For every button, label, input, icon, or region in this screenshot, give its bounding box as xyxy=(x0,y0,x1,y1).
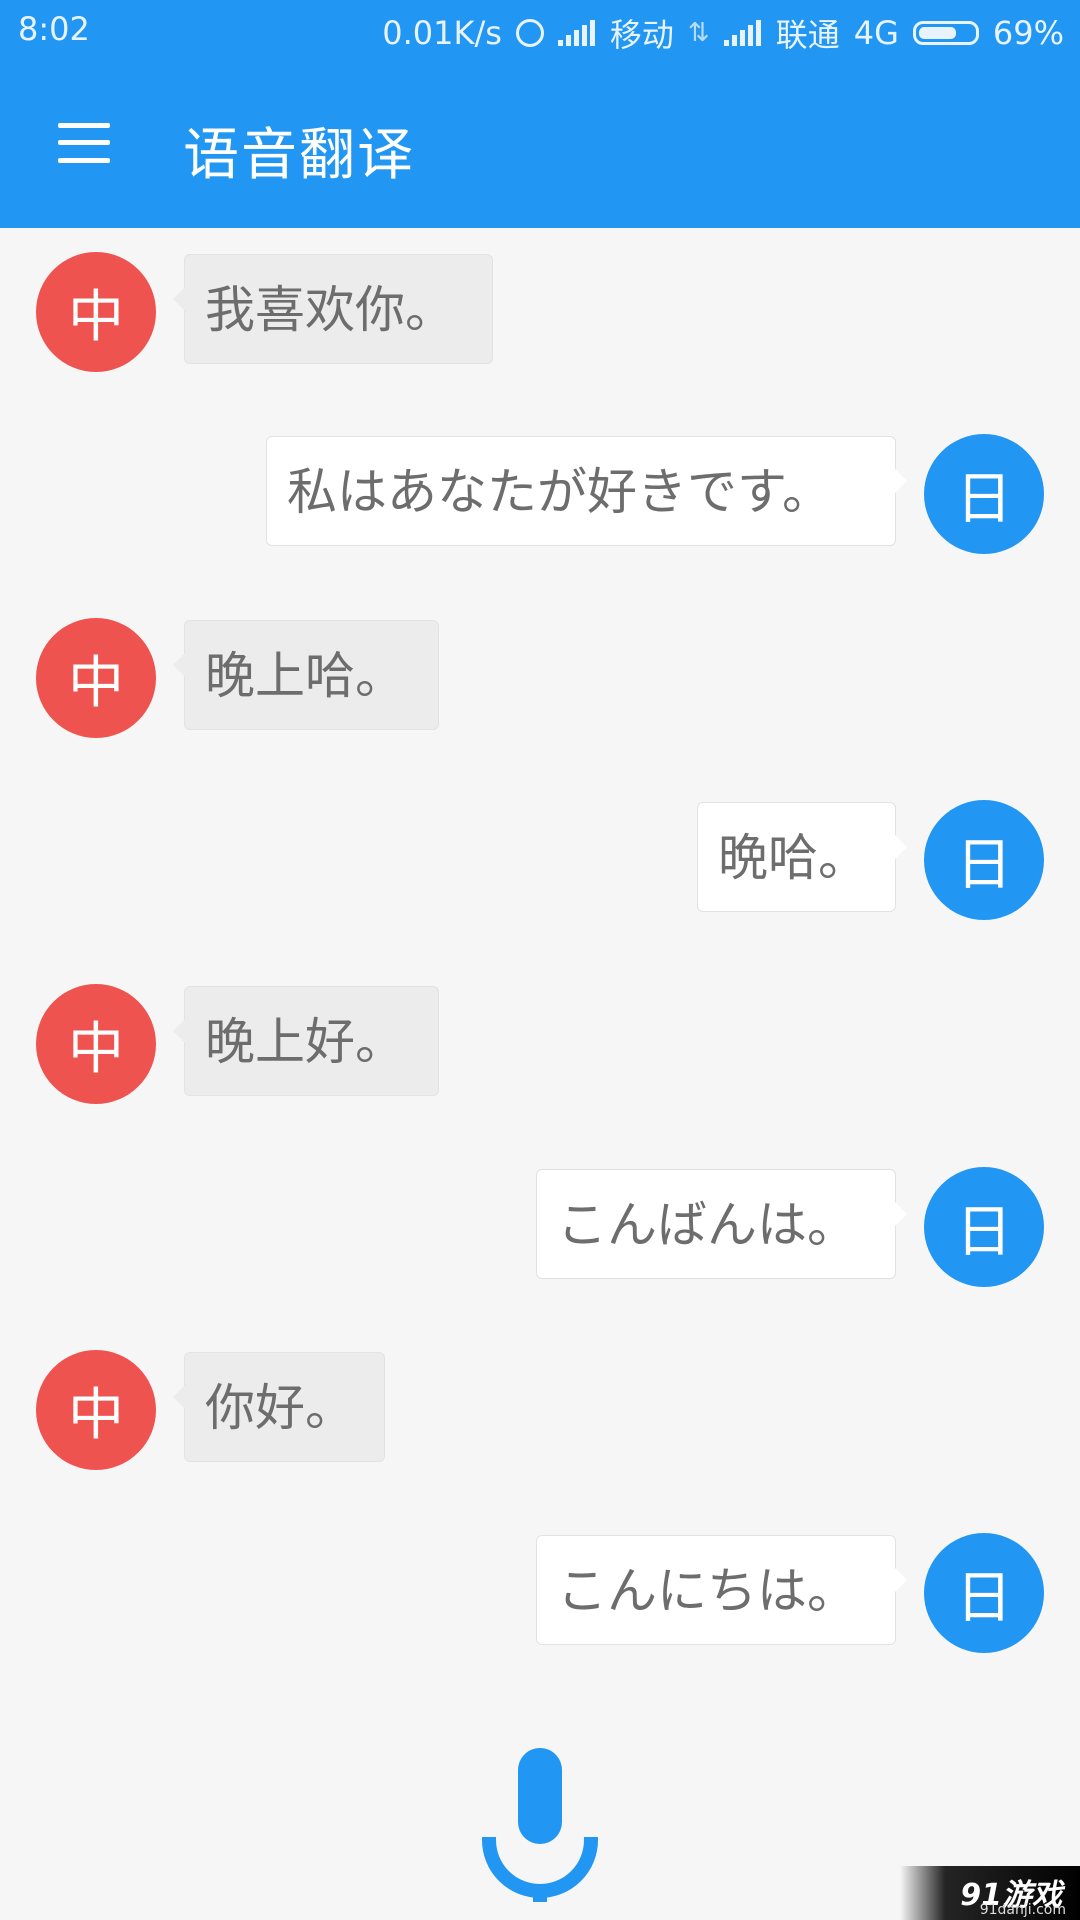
network-type: 4G xyxy=(853,14,899,52)
message-bubble[interactable]: 晩哈。 xyxy=(697,802,907,912)
language-avatar-ja: 日 xyxy=(924,800,1044,920)
status-right-group: 0.01K/s 移动 ⇅ 联通 4G 69% xyxy=(382,10,1064,56)
signal-icon xyxy=(557,20,596,46)
message-bubble[interactable]: 晚上好。 xyxy=(173,986,439,1096)
battery-fill xyxy=(918,27,956,39)
alarm-icon xyxy=(515,19,544,47)
message-bubble[interactable]: 私はあなたが好きです。 xyxy=(266,436,907,546)
carrier-1: 移动 xyxy=(609,16,674,54)
message-bubble[interactable]: こんにちは。 xyxy=(536,1535,907,1645)
carrier-2: 联通 xyxy=(775,16,840,54)
message-row: 日 私はあなたが好きです。 xyxy=(0,434,1080,554)
language-avatar-zh: 中 xyxy=(36,618,156,738)
page-title: 语音翻译 xyxy=(183,123,415,188)
battery-icon xyxy=(912,21,979,45)
watermark-url: 91danji.com xyxy=(979,1902,1066,1918)
language-avatar-ja: 日 xyxy=(924,1533,1044,1653)
message-row: 日 晩哈。 xyxy=(0,800,1080,920)
language-avatar-ja: 日 xyxy=(924,1167,1044,1287)
data-transfer-icon: ⇅ xyxy=(687,18,710,48)
status-bar: 8:02 0.01K/s 移动 ⇅ 联通 4G 69% xyxy=(0,0,1080,60)
message-row: 中 你好。 xyxy=(0,1350,1080,1470)
message-bubble[interactable]: こんばんは。 xyxy=(536,1169,907,1279)
language-avatar-zh: 中 xyxy=(36,252,156,372)
message-row: 日 こんにちは。 xyxy=(0,1533,1080,1653)
message-row: 日 こんばんは。 xyxy=(0,1167,1080,1287)
status-time: 8:02 xyxy=(18,10,90,48)
app-bar: 8:02 0.01K/s 移动 ⇅ 联通 4G 69% 语音翻译 xyxy=(0,0,1080,228)
message-bubble[interactable]: 晚上哈。 xyxy=(173,620,439,730)
microphone-icon[interactable] xyxy=(482,1746,598,1902)
message-bubble[interactable]: 你好。 xyxy=(173,1352,385,1462)
signal-icon-2 xyxy=(723,20,762,46)
language-avatar-zh: 中 xyxy=(36,1350,156,1470)
watermark-logo: 91游戏 91danji.com xyxy=(900,1866,1080,1920)
message-row: 中 晚上好。 xyxy=(0,984,1080,1104)
language-avatar-ja: 日 xyxy=(924,434,1044,554)
hamburger-menu-icon[interactable] xyxy=(58,123,110,163)
message-bubble[interactable]: 我喜欢你。 xyxy=(173,254,493,364)
message-row: 中 晚上哈。 xyxy=(0,618,1080,738)
battery-percent: 69% xyxy=(992,14,1064,52)
message-row: 中 我喜欢你。 xyxy=(0,252,1080,372)
network-speed: 0.01K/s xyxy=(382,14,502,52)
language-avatar-zh: 中 xyxy=(36,984,156,1104)
